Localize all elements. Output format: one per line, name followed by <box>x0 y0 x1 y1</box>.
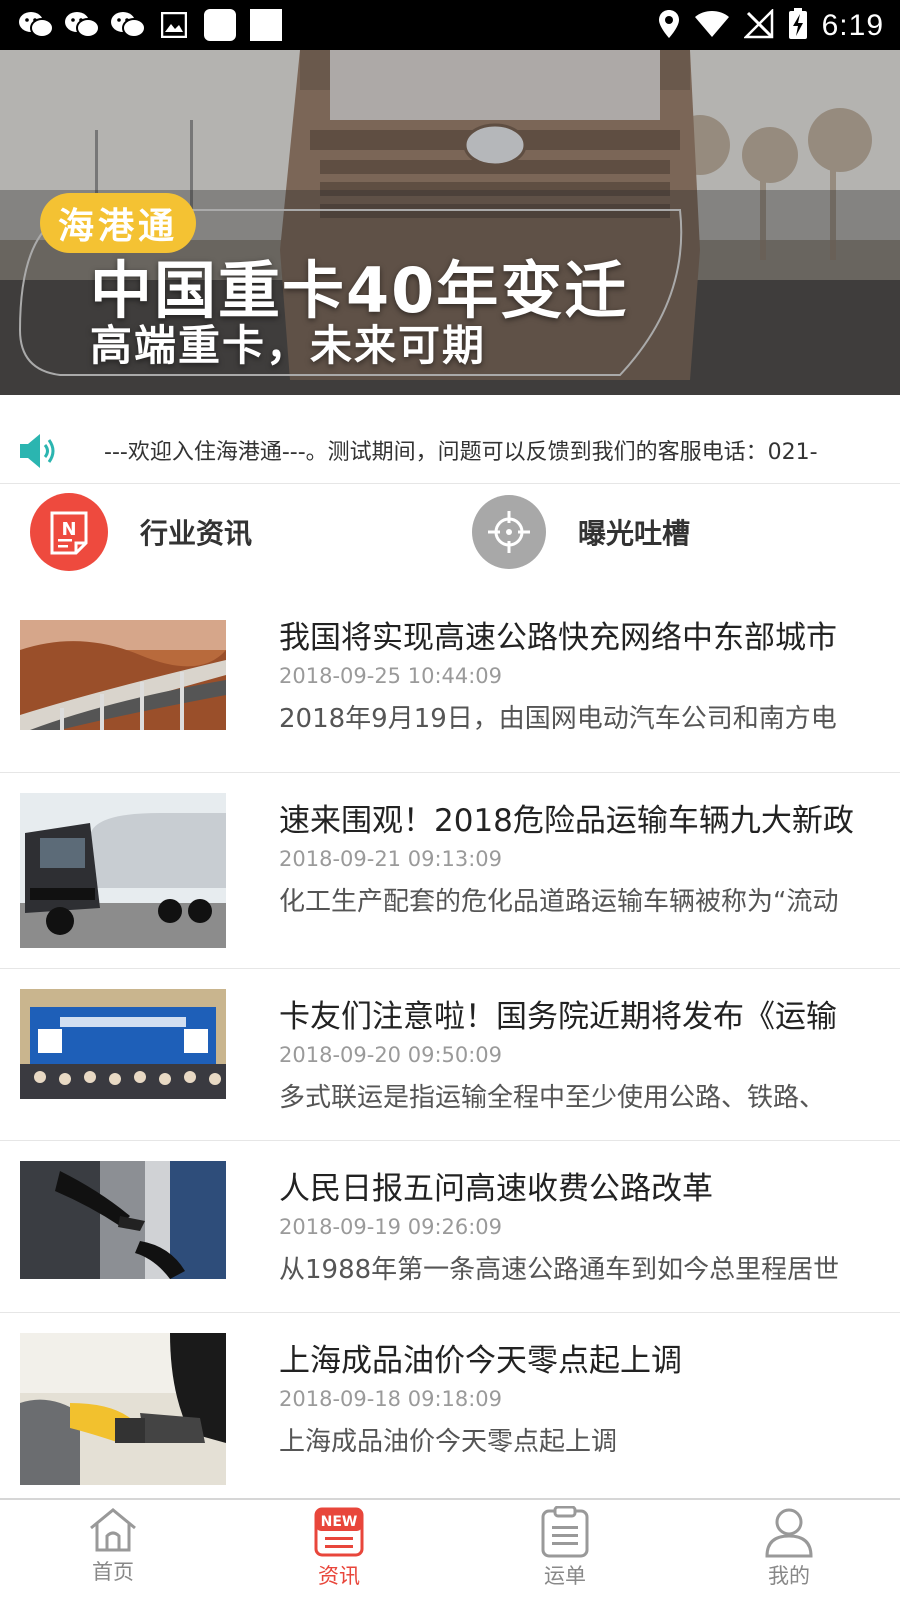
tab-label: 我的 <box>768 1564 810 1588</box>
wechat-icon <box>18 8 54 42</box>
wechat-icon <box>64 8 100 42</box>
news-title: 卡友们注意啦！国务院近期将发布《运输 <box>279 999 837 1035</box>
tab-label: 资讯 <box>318 1564 360 1588</box>
news-title: 我国将实现高速公路快充网络中东部城市 <box>279 620 837 656</box>
banner-carousel[interactable]: 海港通 中国重卡40年变迁 高端重卡，未来可期 <box>0 50 900 395</box>
no-signal-icon <box>742 7 774 43</box>
new-badge-icon: NEW <box>314 1507 364 1557</box>
news-date: 2018-09-18 09:18:09 <box>279 1387 503 1411</box>
category-industry-news[interactable]: N 行业资讯 <box>30 492 252 572</box>
category-label: 行业资讯 <box>140 517 253 550</box>
status-bar: 6:19 <box>0 0 900 50</box>
news-thumbnail <box>20 1333 226 1485</box>
wifi-icon <box>694 10 730 42</box>
news-summary: 多式联运是指运输全程中至少使用公路、铁路、 <box>279 1083 826 1113</box>
location-icon <box>658 9 680 43</box>
announcement-bar[interactable]: ---欢迎入住海港通---。测试期间，问题可以反馈到我们的客服电话：021- <box>0 420 900 484</box>
speaker-icon <box>18 430 60 472</box>
tab-profile[interactable]: 我的 <box>729 1506 849 1600</box>
target-icon <box>472 495 546 569</box>
news-item[interactable]: 我国将实现高速公路快充网络中东部城市 2018-09-25 10:44:09 2… <box>0 590 900 773</box>
user-icon <box>765 1508 813 1558</box>
news-title: 人民日报五问高速收费公路改革 <box>279 1171 713 1207</box>
tab-news[interactable]: NEW 资讯 <box>279 1506 399 1600</box>
news-item[interactable]: 卡友们注意啦！国务院近期将发布《运输 2018-09-20 09:50:09 多… <box>0 969 900 1141</box>
news-thumbnail <box>20 793 226 948</box>
svg-text:N: N <box>61 519 76 540</box>
news-thumbnail <box>20 989 226 1099</box>
news-date: 2018-09-19 09:26:09 <box>279 1215 503 1239</box>
news-item[interactable]: 上海成品油价今天零点起上调 2018-09-18 09:18:09 上海成品油价… <box>0 1313 900 1498</box>
home-icon <box>90 1508 136 1552</box>
news-summary: 上海成品油价今天零点起上调 <box>279 1427 618 1457</box>
category-exposure[interactable]: 曝光吐槽 <box>472 492 690 572</box>
news-thumbnail <box>20 1161 226 1279</box>
news-item[interactable]: 人民日报五问高速收费公路改革 2018-09-19 09:26:09 从1988… <box>0 1141 900 1313</box>
news-item[interactable]: 速来围观！2018危险品运输车辆九大新政 2018-09-21 09:13:09… <box>0 773 900 969</box>
news-title: 上海成品油价今天零点起上调 <box>279 1343 682 1379</box>
announcement-text: ---欢迎入住海港通---。测试期间，问题可以反馈到我们的客服电话：021- <box>104 440 818 465</box>
wechat-icon <box>110 8 146 42</box>
tab-label: 运单 <box>544 1564 586 1588</box>
news-summary: 2018年9月19日，由国网电动汽车公司和南方电 <box>279 704 837 734</box>
clipboard-icon <box>541 1506 589 1558</box>
tab-home[interactable]: 首页 <box>53 1506 173 1600</box>
clock: 6:19 <box>821 9 884 42</box>
news-date: 2018-09-20 09:50:09 <box>279 1043 503 1067</box>
news-date: 2018-09-21 09:13:09 <box>279 847 503 871</box>
tab-label: 首页 <box>92 1560 134 1584</box>
news-icon: N <box>30 493 108 571</box>
blank-notification-icon <box>202 8 238 42</box>
news-thumbnail <box>20 620 226 730</box>
banner-subtitle: 高端重卡，未来可期 <box>90 321 487 370</box>
news-title: 速来围观！2018危险品运输车辆九大新政 <box>279 803 854 839</box>
news-summary: 化工生产配套的危化品道路运输车辆被称为“流动 <box>279 887 839 917</box>
blank-notification-icon <box>248 8 284 42</box>
category-label: 曝光吐槽 <box>578 517 691 550</box>
news-summary: 从1988年第一条高速公路通车到如今总里程居世 <box>279 1255 840 1285</box>
tab-waybill[interactable]: 运单 <box>505 1506 625 1600</box>
svg-text:NEW: NEW <box>321 1514 358 1530</box>
image-icon <box>156 8 192 42</box>
news-date: 2018-09-25 10:44:09 <box>279 664 503 688</box>
battery-charging-icon <box>788 8 808 44</box>
bottom-tab-bar: 首页 NEW 资讯 运单 我的 <box>0 1498 900 1600</box>
